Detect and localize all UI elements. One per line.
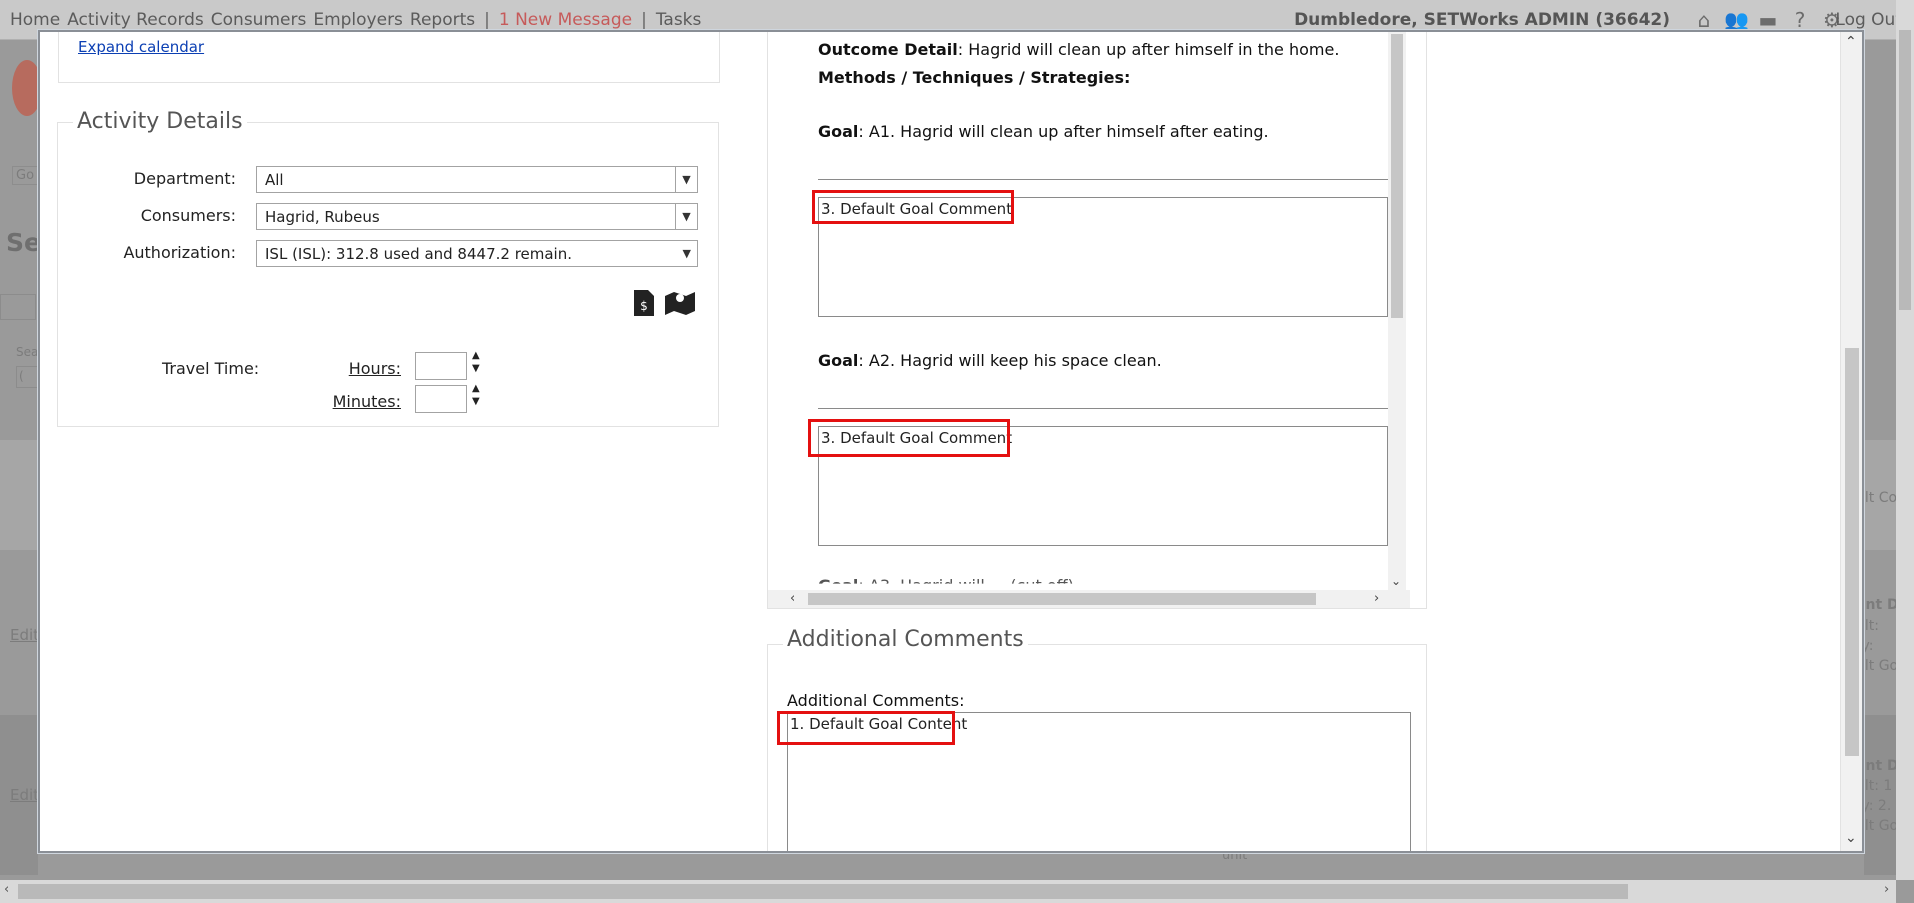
scrollbar-thumb[interactable] [808, 593, 1316, 605]
bg-row [1864, 715, 1896, 875]
goal-label: Goal [818, 351, 859, 370]
department-value: All [265, 171, 284, 189]
travel-time-label: Travel Time: [162, 359, 260, 378]
activity-details-legend: Activity Details [73, 109, 247, 134]
chevron-down-icon[interactable]: ▼ [675, 204, 697, 229]
edit-link[interactable]: Edit [10, 786, 39, 804]
scrollbar-thumb[interactable] [1899, 30, 1911, 310]
scrollbar-thumb[interactable] [18, 884, 1628, 899]
page-title-fragment: Se [6, 228, 41, 257]
edit-link[interactable]: Edit [10, 626, 39, 644]
goal-label: Goal [818, 122, 859, 141]
go-button[interactable]: Go [12, 166, 39, 185]
nav-consumers[interactable]: Consumers [211, 10, 307, 30]
nav-separator: | [641, 10, 647, 30]
chevron-down-icon[interactable]: ⌄ [1845, 830, 1857, 846]
nav-icons: ⌂ 👥 ▬ ? ⚙ [1692, 8, 1844, 32]
bg-input-fragment [0, 294, 36, 320]
minutes-label[interactable]: Minutes: [333, 392, 401, 411]
current-user: Dumbledore, SETWorks ADMIN (36642) [1294, 10, 1670, 30]
users-icon[interactable]: 👥 [1724, 8, 1749, 32]
goal-a1-comment-text: 3. Default Goal Comment [821, 200, 1013, 218]
additional-comments-textarea[interactable]: 1. Default Goal Content [787, 712, 1411, 851]
methods-heading: Methods / Techniques / Strategies: [818, 68, 1130, 87]
additional-comments-legend: Additional Comments [783, 627, 1028, 652]
consumers-value: Hagrid, Rubeus [265, 208, 380, 226]
goals-horizontal-scrollbar[interactable]: ‹ › [768, 590, 1410, 608]
goal-divider [818, 408, 1390, 409]
nav-reports[interactable]: Reports [410, 10, 475, 30]
page-horizontal-scrollbar[interactable]: ‹ › [0, 880, 1896, 903]
outcome-detail: Outcome Detail: Hagrid will clean up aft… [818, 40, 1339, 59]
chevron-down-icon[interactable]: ▼ [675, 167, 697, 192]
additional-comments-text: 1. Default Goal Content [790, 715, 968, 733]
nav-separator: | [484, 10, 490, 30]
goals-pane[interactable]: Outcome Detail: Hagrid will clean up aft… [767, 32, 1427, 609]
goal-a2: Goal: A2. Hagrid will keep his space cle… [818, 351, 1162, 370]
chevron-right-icon[interactable]: › [1884, 882, 1889, 897]
goal-a1-comment[interactable]: 3. Default Goal Comment [818, 197, 1388, 317]
chevron-down-icon[interactable]: ⌄ [1391, 574, 1401, 588]
chevron-right-icon[interactable]: › [1374, 591, 1379, 606]
authorization-label: Authorization: [123, 243, 236, 262]
folder-icon[interactable]: ▬ [1756, 8, 1780, 32]
outcome-detail-text: : Hagrid will clean up after himself in … [957, 40, 1340, 59]
chevron-left-icon[interactable]: ‹ [4, 882, 9, 897]
consumers-label: Consumers: [140, 206, 236, 225]
nav-links: Home Activity Records Consumers Employer… [10, 10, 701, 30]
minutes-input[interactable] [415, 385, 467, 413]
svg-text:$: $ [640, 299, 648, 313]
goal-a1: Goal: A1. Hagrid will clean up after him… [818, 122, 1269, 141]
goal-a3-text: : A3. Hagrid will ... (cut off) [858, 576, 1074, 590]
methods-label: Methods / Techniques / Strategies: [818, 68, 1131, 87]
logout-link[interactable]: Log Out [1835, 10, 1902, 30]
authorization-select[interactable]: ISL (ISL): 312.8 used and 8447.2 remain.… [256, 240, 698, 267]
page-vertical-scrollbar[interactable] [1896, 0, 1914, 880]
goal-a2-comment[interactable]: 3. Default Goal Comment [818, 426, 1388, 546]
map-icon[interactable] [663, 289, 697, 319]
chevron-down-icon[interactable]: ▼ [683, 241, 691, 266]
goal-a1-text: : A1. Hagrid will clean up after himself… [858, 122, 1269, 141]
chevron-left-icon[interactable]: ‹ [790, 591, 795, 606]
goal-a2-comment-text: 3. Default Goal Comment [821, 429, 1013, 447]
authorization-value: ISL (ISL): 312.8 used and 8447.2 remain. [265, 245, 573, 263]
goal-a2-text: : A2. Hagrid will keep his space clean. [858, 351, 1162, 370]
search-label-fragment: Sea [16, 345, 39, 359]
nav-activity-records[interactable]: Activity Records [67, 10, 204, 30]
hours-stepper[interactable]: ▲ ▼ [472, 349, 480, 375]
scrollbar-thumb[interactable] [1391, 34, 1403, 318]
goals-vertical-scrollbar[interactable]: ⌄ [1388, 32, 1406, 590]
nav-new-message[interactable]: 1 New Message [499, 10, 632, 30]
nav-employers[interactable]: Employers [313, 10, 403, 30]
goal-a3-partial: Goal: A3. Hagrid will ... (cut off) [818, 576, 1074, 590]
modal-vertical-scrollbar[interactable]: ⌃ ⌄ [1840, 32, 1862, 851]
goal-divider [818, 179, 1390, 180]
nav-tasks[interactable]: Tasks [656, 10, 702, 30]
department-label: Department: [133, 169, 236, 188]
goal-label: Goal [818, 576, 859, 590]
department-select[interactable]: All ▼ [256, 166, 698, 193]
invoice-icon[interactable]: $ [631, 289, 657, 319]
activity-details-section: Activity Details Department: All ▼ Consu… [57, 109, 719, 427]
expand-calendar-link[interactable]: Expand calendar [78, 38, 204, 56]
hours-input[interactable] [415, 352, 467, 380]
additional-comments-section: Additional Comments Additional Comments:… [767, 627, 1427, 851]
search-input-fragment[interactable]: ( [16, 366, 38, 388]
additional-comments-label: Additional Comments: [787, 691, 965, 710]
hours-label[interactable]: Hours: [349, 359, 401, 378]
chevron-up-icon[interactable]: ⌃ [1845, 34, 1857, 50]
outcome-detail-label: Outcome Detail [818, 40, 958, 59]
bg-row [0, 440, 38, 550]
help-icon[interactable]: ? [1788, 8, 1812, 32]
nav-home[interactable]: Home [10, 10, 60, 30]
activity-record-modal: Expand calendar Activity Details Departm… [38, 30, 1864, 853]
consumers-select[interactable]: Hagrid, Rubeus ▼ [256, 203, 698, 230]
minutes-stepper[interactable]: ▲ ▼ [472, 382, 480, 408]
home-icon[interactable]: ⌂ [1692, 8, 1716, 32]
goals-content: Outcome Detail: Hagrid will clean up aft… [768, 32, 1390, 590]
scrollbar-thumb[interactable] [1845, 348, 1859, 756]
